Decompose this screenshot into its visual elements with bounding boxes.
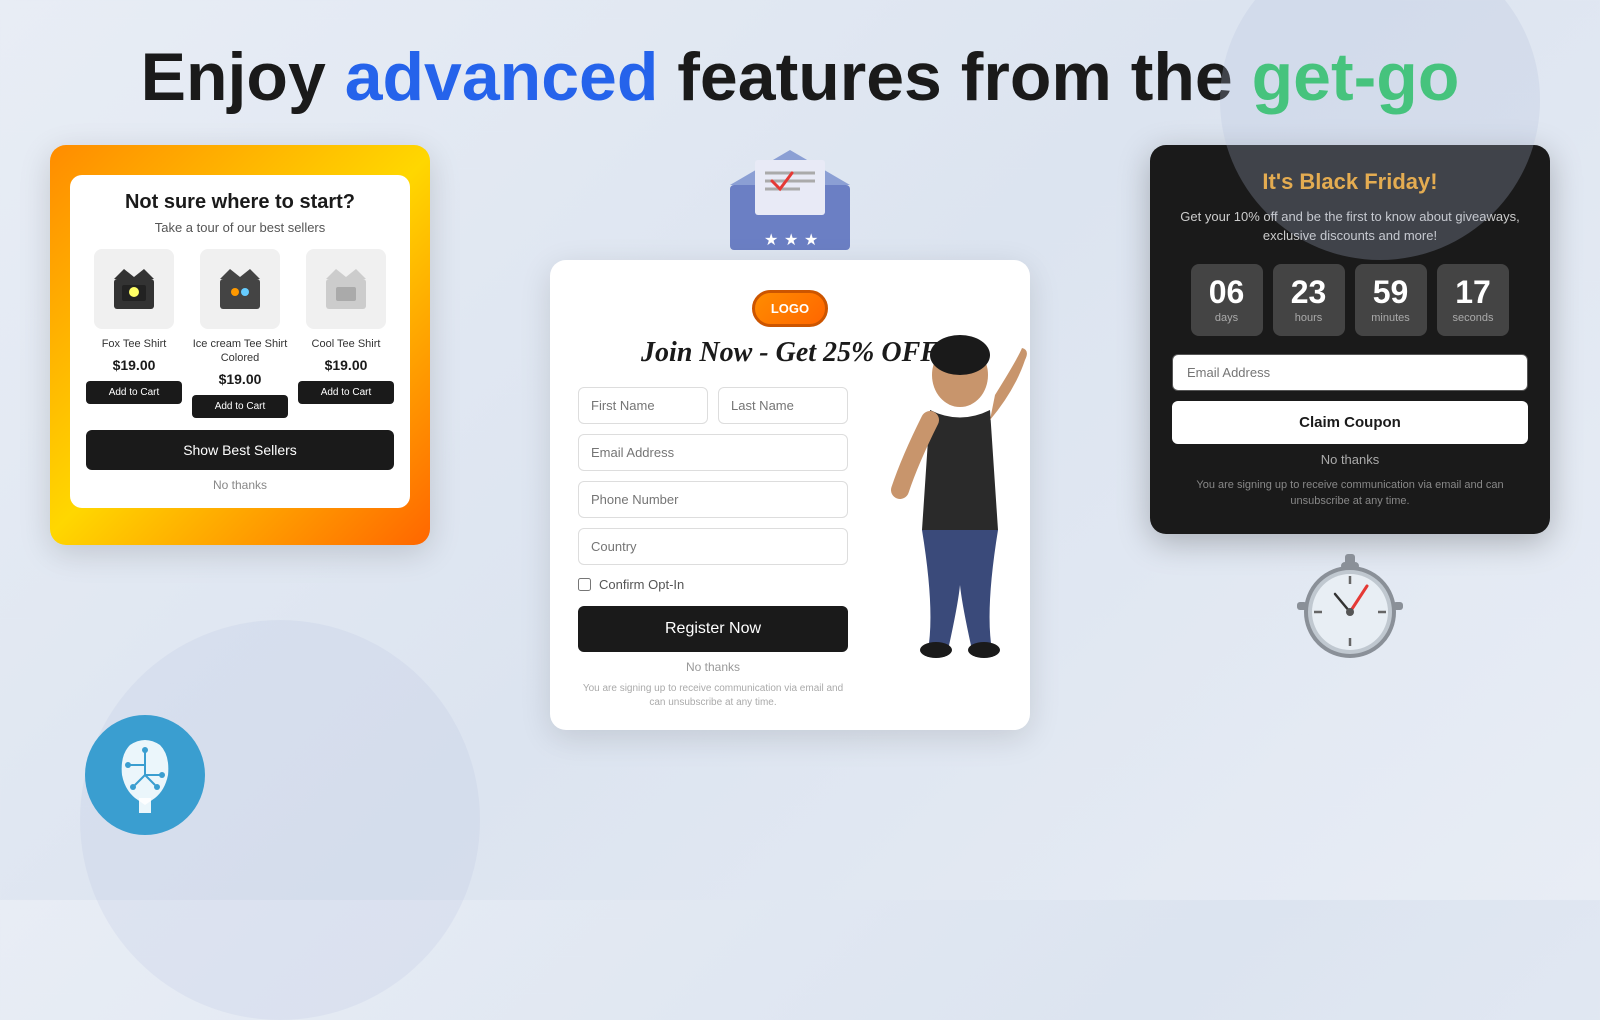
- svg-text:★: ★: [804, 232, 818, 249]
- claim-coupon-button[interactable]: Claim Coupon: [1172, 401, 1528, 444]
- countdown-minutes: 59 minutes: [1355, 264, 1427, 336]
- add-to-cart-btn-3[interactable]: Add to Cart: [298, 381, 394, 404]
- countdown-hours: 23 hours: [1273, 264, 1345, 336]
- optin-row: Confirm Opt-In: [578, 577, 848, 592]
- countdown: 06 days 23 hours 59 minutes 17 seconds: [1172, 264, 1528, 336]
- product-widget: Not sure where to start? Take a tour of …: [50, 145, 430, 545]
- countdown-hours-label: hours: [1289, 312, 1329, 324]
- product-img-3: [306, 249, 386, 329]
- product-img-2: [200, 249, 280, 329]
- optin-checkbox[interactable]: [578, 578, 591, 591]
- country-input[interactable]: [578, 528, 848, 565]
- product-widget-inner: Not sure where to start? Take a tour of …: [70, 175, 410, 509]
- product-price-3: $19.00: [298, 357, 394, 373]
- register-button[interactable]: Register Now: [578, 606, 848, 652]
- form-disclaimer: You are signing up to receive communicat…: [578, 682, 848, 710]
- show-best-sellers-button[interactable]: Show Best Sellers: [86, 430, 394, 470]
- bf-no-thanks-button[interactable]: No thanks: [1172, 452, 1528, 467]
- logo-badge: LOGO: [752, 290, 828, 327]
- countdown-days-value: 06: [1207, 276, 1247, 308]
- product-img-1: [94, 249, 174, 329]
- optin-label: Confirm Opt-In: [599, 577, 684, 592]
- title-part1: Enjoy: [141, 39, 345, 115]
- phone-input[interactable]: [578, 481, 848, 518]
- first-name-input[interactable]: [578, 387, 708, 424]
- countdown-hours-value: 23: [1289, 276, 1329, 308]
- countdown-seconds: 17 seconds: [1437, 264, 1510, 336]
- last-name-input[interactable]: [718, 387, 848, 424]
- bf-email-input[interactable]: [1172, 354, 1528, 391]
- product-name-1: Fox Tee Shirt: [86, 337, 182, 351]
- name-row: [578, 387, 848, 424]
- product-item-2: Ice cream Tee Shirt Colored $19.00 Add t…: [192, 249, 288, 419]
- center-section: ★ ★ ★ LOGO Join Now - Get 25% OFF: [460, 145, 1120, 730]
- add-to-cart-btn-1[interactable]: Add to Cart: [86, 381, 182, 404]
- countdown-minutes-value: 59: [1371, 276, 1411, 308]
- product-widget-subtitle: Take a tour of our best sellers: [86, 220, 394, 235]
- title-part2: features from the: [658, 39, 1251, 115]
- bf-disclaimer: You are signing up to receive communicat…: [1172, 477, 1528, 510]
- form-widget: LOGO Join Now - Get 25% OFF Confirm Opt-…: [550, 260, 1030, 730]
- product-price-1: $19.00: [86, 357, 182, 373]
- countdown-seconds-label: seconds: [1453, 312, 1494, 324]
- email-input[interactable]: [578, 434, 848, 471]
- form-no-thanks-button[interactable]: No thanks: [578, 660, 848, 674]
- svg-text:★: ★: [764, 232, 778, 249]
- title-advanced: advanced: [345, 39, 659, 115]
- product-name-3: Cool Tee Shirt: [298, 337, 394, 351]
- product-widget-title: Not sure where to start?: [86, 191, 394, 214]
- add-to-cart-btn-2[interactable]: Add to Cart: [192, 395, 288, 418]
- countdown-days-label: days: [1207, 312, 1247, 324]
- product-item-1: Fox Tee Shirt $19.00 Add to Cart: [86, 249, 182, 419]
- envelope-icon: ★ ★ ★: [720, 145, 860, 260]
- countdown-seconds-value: 17: [1453, 276, 1494, 308]
- stopwatch-icon: [1285, 534, 1415, 669]
- product-no-thanks-button[interactable]: No thanks: [86, 478, 394, 492]
- brain-icon: [80, 710, 210, 840]
- products-grid: Fox Tee Shirt $19.00 Add to Cart Ice cre…: [86, 249, 394, 419]
- countdown-days: 06 days: [1191, 264, 1263, 336]
- product-price-2: $19.00: [192, 371, 288, 387]
- product-name-2: Ice cream Tee Shirt Colored: [192, 337, 288, 366]
- jumping-person: [840, 260, 1030, 730]
- countdown-minutes-label: minutes: [1371, 312, 1411, 324]
- svg-text:★: ★: [784, 232, 798, 249]
- product-item-3: Cool Tee Shirt $19.00 Add to Cart: [298, 249, 394, 419]
- form-fields: Confirm Opt-In Register Now No thanks Yo…: [578, 387, 848, 710]
